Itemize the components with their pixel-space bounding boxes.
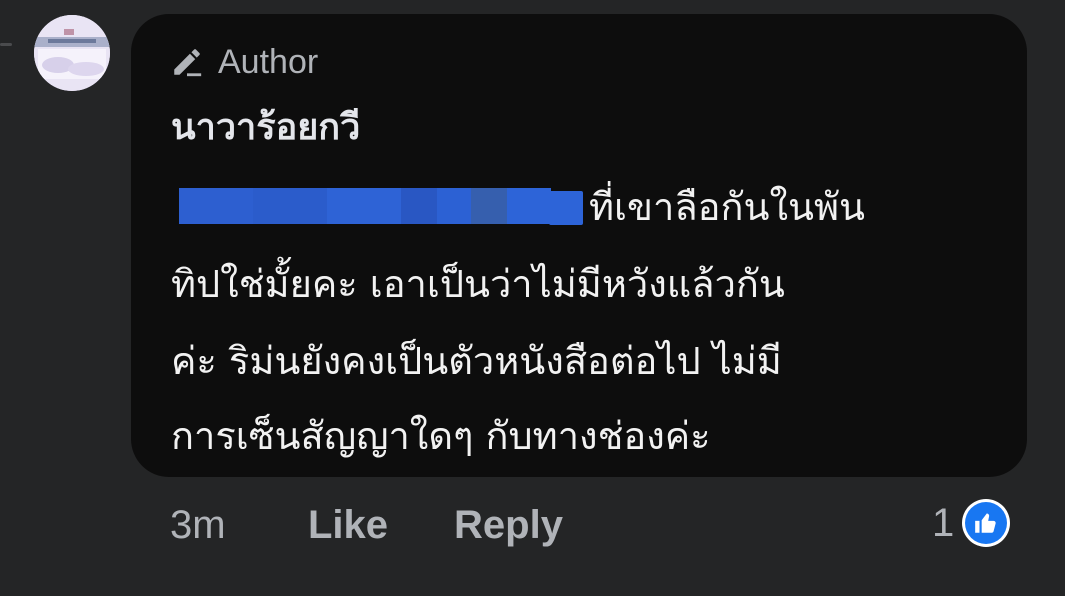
like-button[interactable]: Like [308, 503, 388, 548]
comment-thread: Author นาวาร้อยกวี ที่เขาลือกันในพัน ทิป… [0, 0, 1065, 596]
author-badge: Author [170, 40, 318, 84]
thumbs-up-icon [962, 499, 1011, 547]
avatar[interactable] [34, 15, 110, 91]
reaction-summary[interactable]: 1 [932, 498, 1011, 548]
comment-text-line: ที่เขาลือกันในพัน [171, 176, 991, 237]
reaction-count: 1 [932, 500, 955, 545]
avatar-image [34, 15, 110, 91]
commenter-name[interactable]: นาวาร้อยกวี [171, 98, 360, 155]
comment-text-line: การเซ็นสัญญาใดๆ กับทางช่องค่ะ [171, 414, 711, 458]
comment-text-line: ค่ะ ริม่นยังคงเป็นตัวหนังสือต่อไป ไม่มี [171, 339, 782, 383]
comment-actions: 3m Like Reply [170, 500, 563, 550]
comment-text: ที่เขาลือกันในพัน [589, 185, 866, 229]
reply-button[interactable]: Reply [454, 503, 563, 548]
comment-text-line: ทิปใช่มั้ยคะ เอาเป็นว่าไม่มีหวังแล้วกัน [171, 262, 785, 306]
redacted-text [179, 187, 589, 226]
pencil-icon [170, 45, 204, 79]
thread-connector-line [0, 43, 12, 46]
author-badge-label: Author [218, 42, 319, 81]
timestamp[interactable]: 3m [170, 503, 260, 548]
